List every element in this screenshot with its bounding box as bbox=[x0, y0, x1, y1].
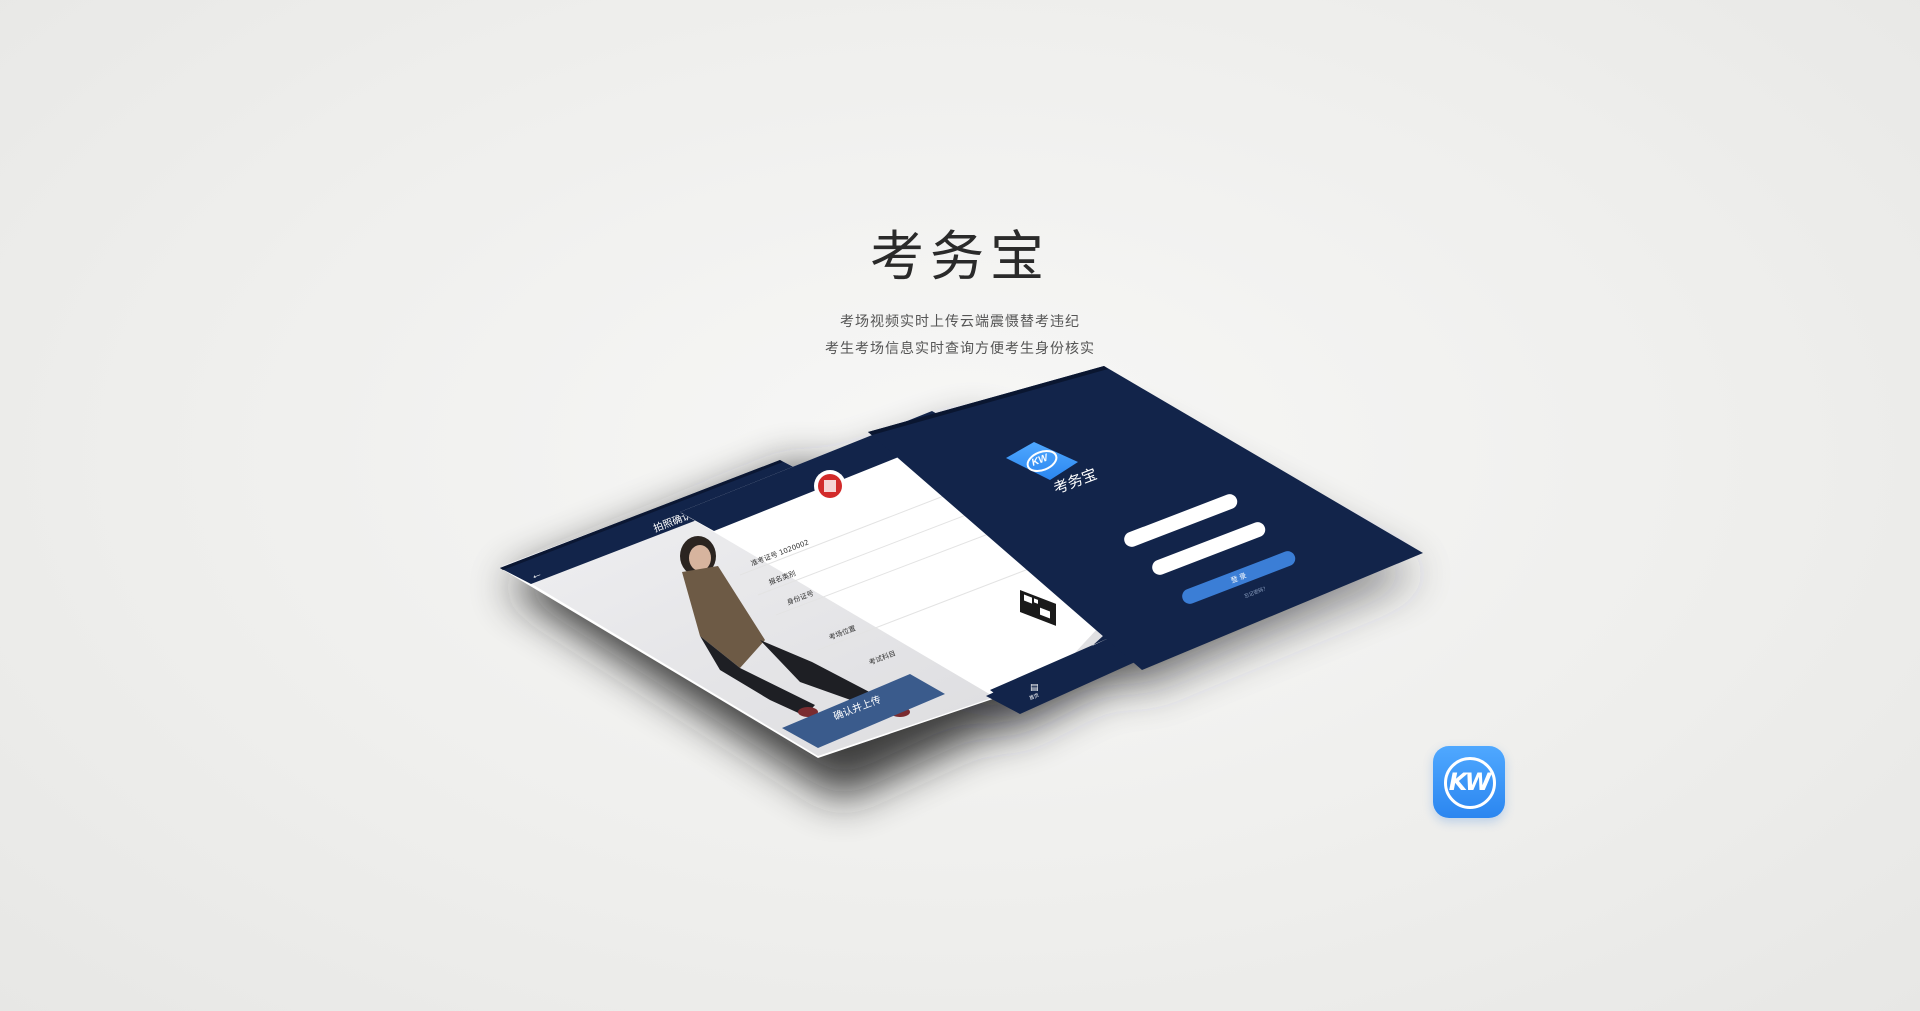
device-mockups: 拍照确认 ← 确认并上传 中国重庆大学 准考证号 1020002 报名类别 身份… bbox=[500, 366, 1423, 800]
kw-logo-icon: KW bbox=[1433, 746, 1505, 818]
logo-monogram: KW bbox=[1448, 768, 1491, 796]
home-tab-icon[interactable]: ▤ bbox=[1030, 682, 1039, 692]
